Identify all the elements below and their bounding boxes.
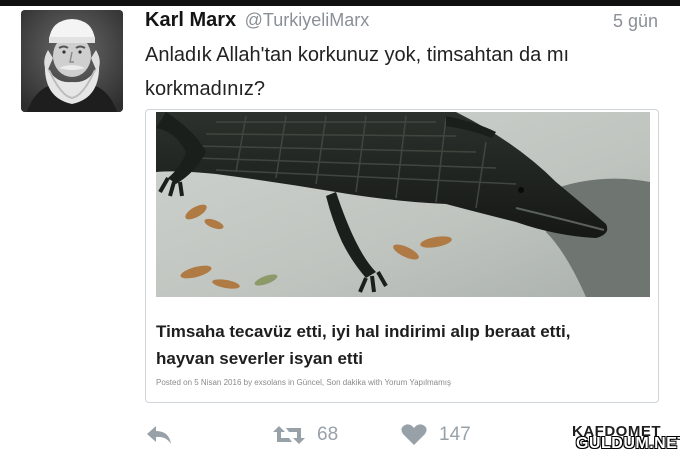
card-title-line: hayvan severler isyan etti — [156, 349, 363, 368]
card-meta: Posted on 5 Nisan 2016 by exsolans in Gü… — [156, 378, 451, 387]
link-card[interactable]: Timsaha tecavüz etti, iyi hal indirimi a… — [145, 109, 659, 403]
reply-icon — [144, 423, 174, 447]
author-handle[interactable]: @TurkiyeliMarx — [245, 10, 370, 30]
retweet-icon — [272, 423, 306, 447]
card-title[interactable]: Timsaha tecavüz etti, iyi hal indirimi a… — [156, 318, 650, 372]
like-button[interactable]: 147 — [400, 415, 471, 455]
tweet-text: Anladık Allah'tan korkunuz yok, timsahta… — [145, 38, 645, 106]
retweet-button[interactable]: 68 — [272, 415, 338, 455]
reply-button[interactable] — [144, 415, 174, 455]
tweet-timestamp[interactable]: 5 gün — [613, 11, 658, 32]
avatar[interactable] — [21, 10, 123, 112]
author-name[interactable]: Karl Marx — [145, 9, 236, 31]
heart-icon — [400, 423, 428, 447]
tweet-text-line: Anladık Allah'tan korkunuz yok, timsahta… — [145, 44, 570, 66]
like-count: 147 — [439, 424, 471, 445]
watermark-site: GULDUM.NET — [576, 435, 680, 452]
tweet-text-line: korkmadınız? — [145, 78, 266, 100]
author-line: Karl Marx @TurkiyeliMarx — [145, 9, 369, 32]
site-watermark: KAFDOMET GULDUM.NET — [572, 423, 680, 455]
top-border — [0, 0, 680, 6]
retweet-count: 68 — [317, 424, 339, 445]
card-title-line: Timsaha tecavüz etti, iyi hal indirimi a… — [156, 322, 571, 341]
